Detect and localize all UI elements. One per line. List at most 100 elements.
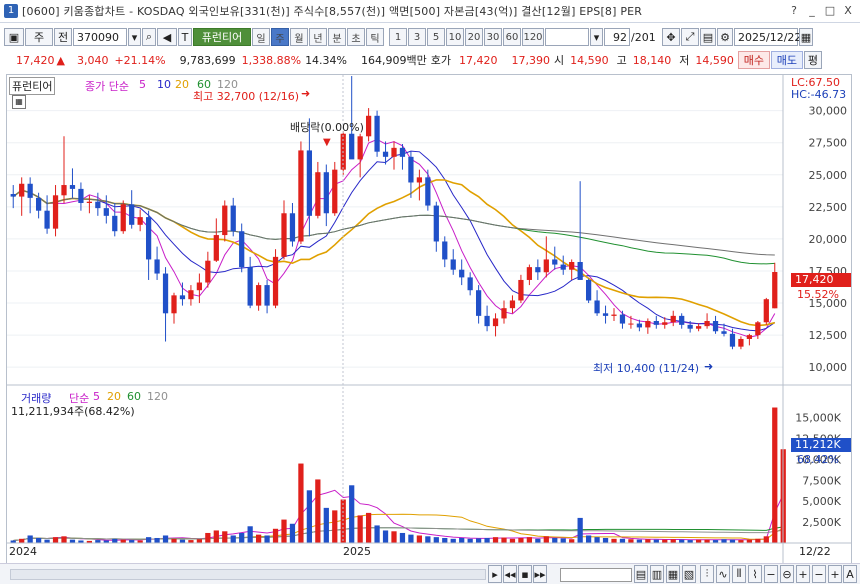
- interval-3[interactable]: 3: [408, 28, 426, 46]
- candle-body: [746, 335, 753, 339]
- chevron-down-icon[interactable]: ▾: [590, 28, 603, 46]
- speaker-icon[interactable]: ◀: [157, 28, 177, 46]
- candle-body: [86, 201, 93, 203]
- high-price: 18,140: [632, 53, 672, 67]
- volume-bar: [255, 534, 262, 543]
- tools-icon[interactable]: ✥: [662, 28, 680, 46]
- line-style-icon[interactable]: ∿: [716, 565, 730, 583]
- minus-zoom-icon[interactable]: −: [812, 565, 826, 583]
- x-label-2024: 2024: [9, 545, 37, 558]
- volume-current: 11,211,934주(68.42%): [11, 405, 135, 418]
- volume-bar: [636, 539, 643, 543]
- line-chart-icon[interactable]: ⌇: [748, 565, 762, 583]
- interval-60[interactable]: 60: [503, 28, 521, 46]
- minimize-button[interactable]: _: [804, 3, 820, 18]
- chart-area[interactable]: 30,000 27,500 25,000 22,500 20,000 17,500 15,0…: [6, 74, 852, 566]
- view-icon-1[interactable]: ▤: [634, 565, 648, 583]
- candle-body: [636, 323, 643, 328]
- last-price-pct: 15.52%: [797, 288, 839, 301]
- close-button[interactable]: X: [840, 3, 856, 18]
- zoom-in-icon[interactable]: +: [796, 565, 810, 583]
- candle-body: [577, 262, 583, 280]
- candle-body: [129, 204, 135, 225]
- candle-body: [560, 264, 566, 270]
- interval-5[interactable]: 5: [427, 28, 445, 46]
- candle-style-icon[interactable]: ⫶: [700, 565, 714, 583]
- chevron-down-icon[interactable]: ▾: [128, 28, 141, 46]
- plus-zoom-icon[interactable]: +: [828, 565, 842, 583]
- volume-tick-label: 7,500K: [802, 474, 841, 487]
- period-year[interactable]: 년: [309, 28, 327, 46]
- volume-bar: [357, 515, 363, 543]
- maximize-button[interactable]: □: [822, 3, 838, 18]
- price-change: 3,040: [76, 53, 109, 67]
- candlestick-chart[interactable]: 30,00027,50025,00022,50020,00017,50015,0…: [7, 75, 851, 565]
- candle-body: [535, 267, 541, 273]
- bar-style-icon[interactable]: ⫴: [732, 565, 746, 583]
- view-icon-4[interactable]: ▧: [682, 565, 696, 583]
- scroll-bar[interactable]: ▸ ◂◂ ▪ ▸▸ ▤ ▥ ▦ ▧ ⫶ ∿ ⫴ ⌇ − ⊖ + − + A: [0, 563, 860, 584]
- candle-body: [154, 259, 160, 274]
- grid-toggle-icon[interactable]: ▦: [12, 95, 26, 109]
- volume-bar: [264, 535, 270, 543]
- zoom-out-icon[interactable]: ⊖: [780, 565, 794, 583]
- text-icon[interactable]: T: [178, 28, 192, 46]
- candle-body: [543, 259, 549, 273]
- period-month[interactable]: 월: [290, 28, 308, 46]
- calendar-icon[interactable]: ▦: [799, 28, 813, 46]
- candle-body: [611, 314, 617, 316]
- jeon-button[interactable]: 전: [54, 28, 72, 46]
- candle-body: [145, 217, 152, 260]
- vol-ma-20-label: 20: [107, 390, 121, 403]
- period-week[interactable]: 주: [271, 28, 289, 46]
- sell-button[interactable]: 매도: [770, 51, 803, 69]
- volume-bar: [239, 532, 245, 543]
- save-icon[interactable]: ▤: [700, 28, 716, 46]
- volume-bar: [763, 536, 769, 543]
- scroll-start-icon[interactable]: ◂◂: [503, 565, 517, 583]
- vol-ma-60-label: 60: [127, 390, 141, 403]
- help-button[interactable]: ?: [786, 3, 802, 18]
- period-second[interactable]: 초: [347, 28, 365, 46]
- type-select[interactable]: 주: [25, 28, 53, 46]
- interval-custom-input[interactable]: [545, 28, 589, 46]
- interval-10[interactable]: 10: [446, 28, 464, 46]
- page-count-input[interactable]: 92: [604, 28, 630, 46]
- period-tick[interactable]: 틱: [366, 28, 384, 46]
- date-input[interactable]: 2025/12/22: [734, 28, 801, 46]
- quote-bar: 17,420 ▲ 3,040 +21.14% 9,783,699 1,338.8…: [0, 50, 860, 70]
- zoom-slider[interactable]: [560, 568, 632, 582]
- interval-20[interactable]: 20: [465, 28, 483, 46]
- volume-bar: [552, 537, 558, 543]
- interval-1[interactable]: 1: [389, 28, 407, 46]
- interval-30[interactable]: 30: [484, 28, 502, 46]
- volume-bar: [306, 490, 313, 543]
- minus-icon[interactable]: −: [764, 565, 778, 583]
- candle-body: [78, 188, 84, 203]
- price-tick-label: 22,500: [809, 201, 848, 214]
- pause-icon[interactable]: ▪: [518, 565, 532, 583]
- period-day[interactable]: 일: [252, 28, 270, 46]
- scroll-right-icon[interactable]: ▸: [488, 565, 502, 583]
- scale-icon[interactable]: A: [843, 565, 857, 583]
- search-icon[interactable]: ⌕: [142, 28, 156, 46]
- layout-icon[interactable]: ▣: [4, 28, 24, 46]
- scroll-track[interactable]: [10, 569, 486, 580]
- stock-code-input[interactable]: 370090: [73, 28, 127, 46]
- buy-button[interactable]: 매수: [737, 51, 770, 69]
- candle-body: [289, 213, 296, 242]
- volume-bar: [611, 538, 617, 543]
- view-icon-2[interactable]: ▥: [650, 565, 664, 583]
- volume-bar: [112, 538, 118, 543]
- view-icon-3[interactable]: ▦: [666, 565, 680, 583]
- chart-add-icon[interactable]: ⤢: [681, 28, 699, 46]
- period-minute[interactable]: 분: [328, 28, 346, 46]
- stock-name-label[interactable]: 퓨런티어: [193, 28, 251, 46]
- settings-icon[interactable]: ⚙: [717, 28, 733, 46]
- candle-body: [120, 204, 126, 232]
- eval-button[interactable]: 평: [803, 51, 822, 69]
- volume-bar: [569, 539, 575, 543]
- scroll-end-icon[interactable]: ▸▸: [533, 565, 547, 583]
- interval-120[interactable]: 120: [522, 28, 544, 46]
- low-arrow-icon: ➜: [704, 360, 714, 373]
